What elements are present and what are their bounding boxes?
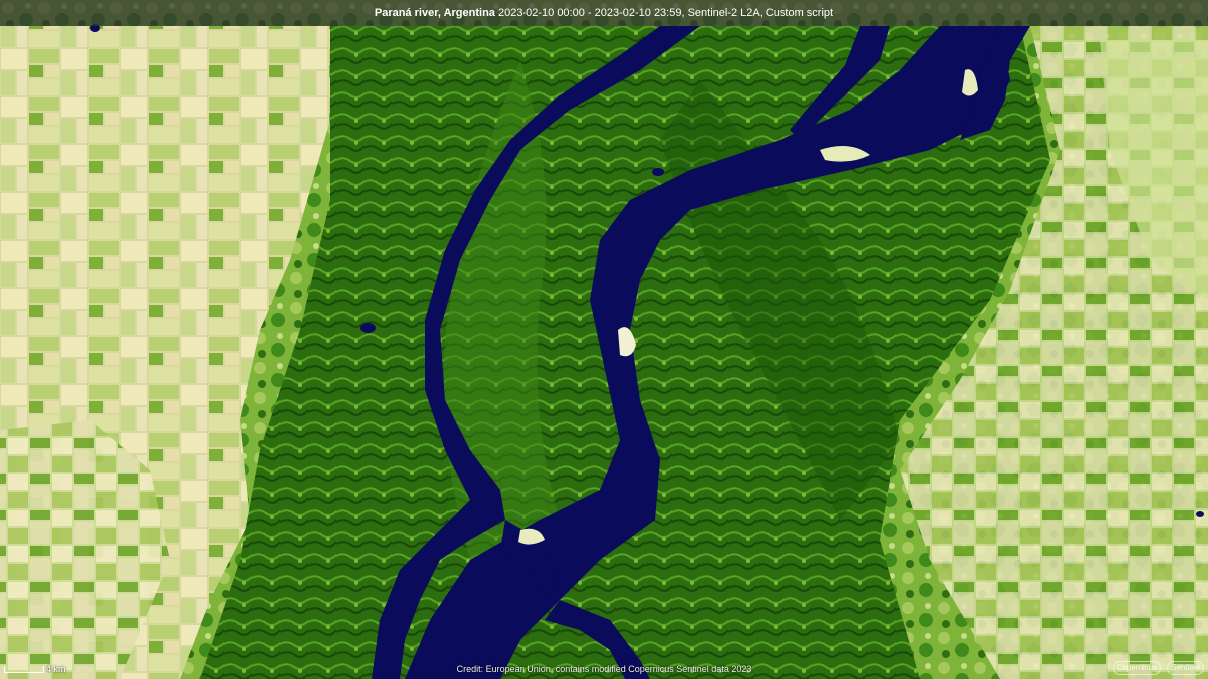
copernicus-logo: Copernicus [1112,661,1162,675]
map-viewer[interactable]: Paraná river, Argentina 2023-02-10 00:00… [0,0,1208,679]
credits-text: Credit: European Union, contains modifie… [456,664,752,674]
title-place: Paraná river, Argentina [374,7,495,19]
title-details: 2023-02-10 00:00 - 2023-02-10 23:59, Sen… [494,7,834,19]
image-title: Paraná river, Argentina 2023-02-10 00:00… [0,0,1208,26]
sentinel-logo: Sentinel [1167,661,1204,675]
logo-group: Copernicus Sentinel [1112,660,1204,676]
satellite-image [0,0,1208,679]
